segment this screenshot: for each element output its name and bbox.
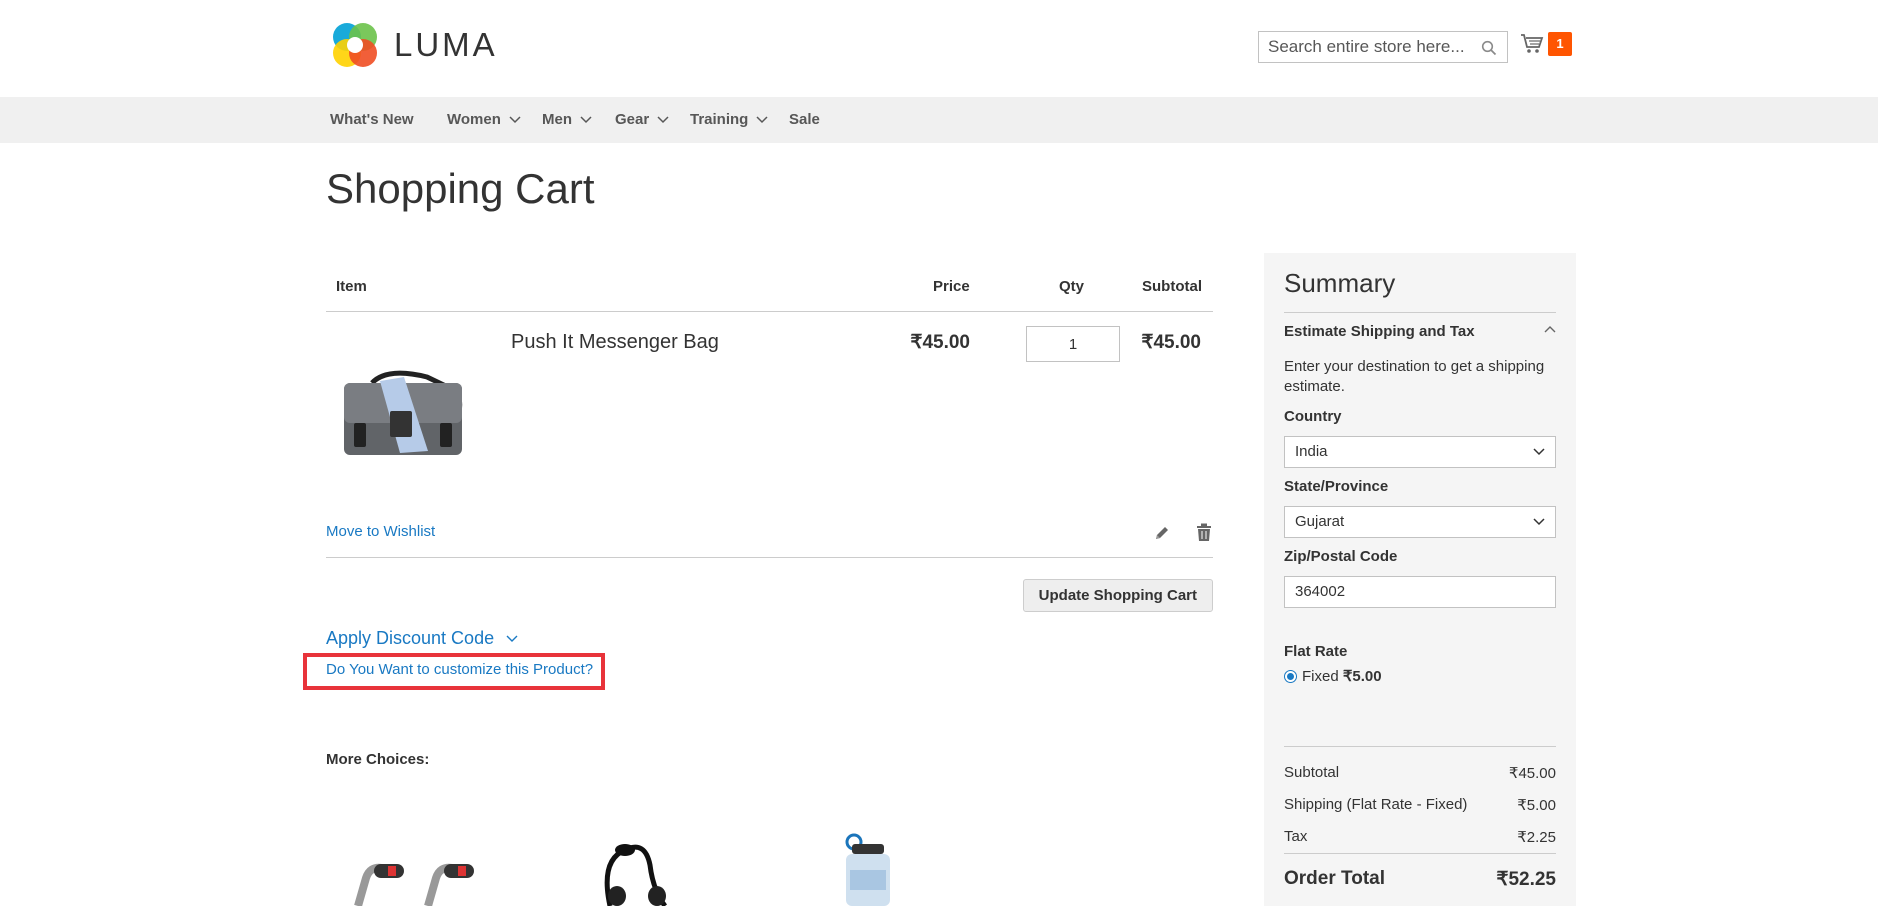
nav-item-label: Women <box>447 111 501 128</box>
country-value: India <box>1295 443 1328 460</box>
grand-total-divider <box>1284 853 1556 854</box>
tax-value: ₹2.25 <box>1517 829 1556 846</box>
product-name-link[interactable]: Push It Messenger Bag <box>511 331 719 354</box>
subtotal-value: ₹45.00 <box>1508 765 1556 782</box>
move-to-wishlist-link[interactable]: Move to Wishlist <box>326 523 435 540</box>
order-total-value: ₹52.25 <box>1496 869 1556 890</box>
flat-rate-title: Flat Rate <box>1284 643 1348 660</box>
recommended-product-image[interactable] <box>595 830 685 906</box>
nav-item-gear[interactable]: Gear <box>615 97 669 143</box>
nav-item-men[interactable]: Men <box>542 97 592 143</box>
chevron-down-icon <box>1533 518 1545 526</box>
chevron-down-icon <box>756 116 768 124</box>
flat-rate-option[interactable]: Fixed ₹5.00 <box>1284 667 1382 685</box>
tax-row: Tax ₹2.25 <box>1284 828 1556 846</box>
item-price: ₹45.00 <box>910 332 970 353</box>
country-select[interactable]: India <box>1284 436 1556 468</box>
nav-item-training[interactable]: Training <box>690 97 768 143</box>
nav-item-label: Gear <box>615 111 650 128</box>
minicart[interactable]: 1 <box>1520 32 1572 56</box>
shipping-value: ₹5.00 <box>1517 797 1556 814</box>
zip-label: Zip/Postal Code <box>1284 548 1398 565</box>
totals-divider <box>1284 746 1556 747</box>
apply-discount-toggle[interactable]: Apply Discount Code <box>326 628 518 649</box>
shipping-label: Shipping (Flat Rate - Fixed) <box>1284 796 1468 813</box>
apply-discount-label: Apply Discount Code <box>326 628 495 648</box>
summary-title: Summary <box>1284 268 1396 298</box>
chevron-down-icon <box>580 116 592 124</box>
order-total-row: Order Total ₹52.25 <box>1284 868 1556 891</box>
zip-input[interactable]: 364002 <box>1284 576 1556 608</box>
product-image[interactable] <box>342 367 466 459</box>
nav-item-sale[interactable]: Sale <box>789 97 820 143</box>
quantity-input[interactable] <box>1026 326 1120 362</box>
state-select[interactable]: Gujarat <box>1284 506 1556 538</box>
summary-divider <box>1284 312 1556 313</box>
recommended-product-image[interactable] <box>348 858 493 906</box>
tax-label: Tax <box>1284 828 1308 845</box>
recommended-product-image[interactable] <box>838 830 898 906</box>
chevron-down-icon <box>509 116 521 124</box>
page-title: Shopping Cart <box>326 165 595 212</box>
row-divider <box>326 557 1213 558</box>
search-input[interactable] <box>1259 32 1469 62</box>
estimate-description: Enter your destination to get a shipping… <box>1284 358 1545 395</box>
order-summary-panel: Summary Estimate Shipping and Tax Enter … <box>1264 253 1576 906</box>
logo-text: LUMA <box>394 26 498 63</box>
estimate-shipping-toggle[interactable]: Estimate Shipping and Tax <box>1284 323 1475 340</box>
radio-selected-icon[interactable] <box>1284 669 1297 683</box>
item-subtotal: ₹45.00 <box>1141 332 1201 353</box>
luma-logo-icon <box>333 23 377 67</box>
order-total-label: Order Total <box>1284 868 1385 889</box>
main-navigation: What's New Women Men Gear Training Sale <box>0 97 1878 143</box>
nav-item-label: Sale <box>789 111 820 128</box>
search-box <box>1258 31 1508 63</box>
state-value: Gujarat <box>1295 513 1345 530</box>
customize-product-link[interactable]: Do You Want to customize this Product? <box>326 661 593 678</box>
chevron-up-icon[interactable] <box>1544 325 1556 333</box>
more-choices-title: More Choices: <box>326 751 430 768</box>
cart-count-badge[interactable]: 1 <box>1548 32 1572 56</box>
update-shopping-cart-button[interactable]: Update Shopping Cart <box>1022 579 1213 612</box>
shipping-row: Shipping (Flat Rate - Fixed) ₹5.00 <box>1284 796 1556 814</box>
zip-value: 364002 <box>1295 583 1346 600</box>
chevron-down-icon <box>657 116 669 124</box>
nav-item-label: What's New <box>330 111 414 128</box>
site-header: LUMA 1 <box>0 0 1878 97</box>
column-header-price: Price <box>933 278 970 295</box>
column-header-subtotal: Subtotal <box>1142 278 1202 295</box>
header-divider <box>326 311 1213 312</box>
cart-icon[interactable] <box>1520 33 1544 55</box>
flat-rate-price: ₹5.00 <box>1342 668 1382 685</box>
column-header-qty: Qty <box>1059 278 1085 295</box>
subtotal-label: Subtotal <box>1284 764 1340 781</box>
nav-item-whats-new[interactable]: What's New <box>330 97 414 143</box>
chevron-down-icon <box>1533 448 1545 456</box>
subtotal-row: Subtotal ₹45.00 <box>1284 764 1556 782</box>
chevron-down-icon <box>506 635 518 642</box>
luma-logo[interactable]: LUMA <box>330 20 498 70</box>
nav-item-label: Training <box>690 111 749 128</box>
nav-item-women[interactable]: Women <box>447 97 521 143</box>
trash-icon[interactable] <box>1196 523 1212 542</box>
nav-item-label: Men <box>542 111 572 128</box>
flat-rate-option-label: Fixed <box>1302 667 1339 685</box>
search-icon[interactable] <box>1481 40 1497 56</box>
column-header-item: Item <box>336 278 367 295</box>
state-label: State/Province <box>1284 478 1389 495</box>
pencil-icon[interactable] <box>1153 524 1171 542</box>
country-label: Country <box>1284 408 1342 425</box>
